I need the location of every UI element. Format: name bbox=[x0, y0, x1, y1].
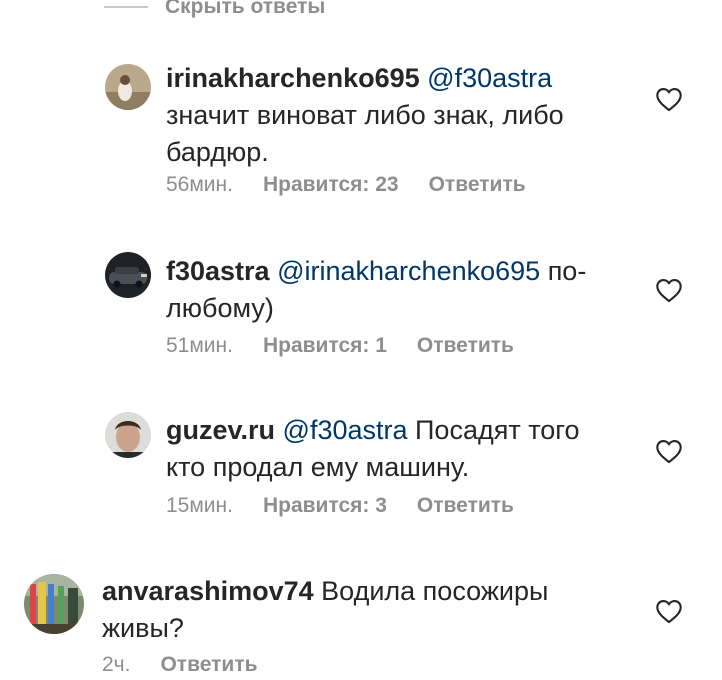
avatar[interactable] bbox=[105, 252, 151, 298]
comment-text: guzev.ru @f30astra Посадят того кто прод… bbox=[166, 412, 616, 486]
comment-username[interactable]: irinakharchenko695 bbox=[166, 63, 420, 93]
comment-text: f30astra @irinakharchenko695 по-любому) bbox=[166, 253, 646, 327]
avatar[interactable] bbox=[105, 64, 151, 110]
comment-meta: 51мин. Нравится: 1 Ответить bbox=[166, 331, 514, 361]
hide-replies-label: Скрыть ответы bbox=[165, 0, 326, 18]
comment-username[interactable]: guzev.ru bbox=[166, 415, 275, 445]
heart-outline-icon bbox=[656, 440, 682, 464]
comment-likes[interactable]: Нравится: 1 bbox=[263, 334, 387, 358]
comment-username[interactable]: f30astra bbox=[166, 256, 270, 286]
comment-time: 15мин. bbox=[166, 494, 233, 517]
comment-username[interactable]: anvarashimov74 bbox=[102, 576, 314, 606]
reply-button[interactable]: Ответить bbox=[160, 653, 257, 677]
comment-meta: 15мин. Нравится: 3 Ответить bbox=[166, 491, 514, 521]
avatar[interactable] bbox=[105, 412, 151, 458]
comment-meta: 56мин. Нравится: 23 Ответить bbox=[166, 170, 526, 200]
comment-likes[interactable]: Нравится: 23 bbox=[263, 173, 399, 197]
heart-outline-icon bbox=[656, 279, 682, 303]
reply-button[interactable]: Ответить bbox=[417, 494, 514, 518]
comment-meta: 2ч. Ответить bbox=[102, 650, 258, 680]
comment-body: значит виноват либо знак, либо бардюр. bbox=[166, 100, 564, 167]
like-button[interactable] bbox=[655, 86, 683, 112]
comment-text: anvarashimov74 Водила посожиры живы? bbox=[102, 573, 622, 647]
comment-time: 51мин. bbox=[166, 334, 233, 357]
comment-likes[interactable]: Нравится: 3 bbox=[263, 494, 387, 518]
like-button[interactable] bbox=[655, 277, 683, 303]
heart-outline-icon bbox=[656, 88, 682, 112]
comment-time: 56мин. bbox=[166, 173, 233, 196]
hide-replies-line bbox=[104, 6, 148, 8]
comment-mention[interactable]: @f30astra bbox=[427, 63, 552, 93]
like-button[interactable] bbox=[655, 438, 683, 464]
comment-mention[interactable]: @f30astra bbox=[283, 415, 408, 445]
hide-replies-button[interactable]: Скрыть ответы bbox=[104, 0, 325, 20]
like-button[interactable] bbox=[655, 598, 683, 624]
reply-button[interactable]: Ответить bbox=[429, 173, 526, 197]
comment-mention[interactable]: @irinakharchenko695 bbox=[277, 256, 540, 286]
comment-time: 2ч. bbox=[102, 653, 131, 676]
comment-text: irinakharchenko695 @f30astra значит вино… bbox=[166, 60, 616, 171]
heart-outline-icon bbox=[656, 600, 682, 624]
reply-button[interactable]: Ответить bbox=[417, 334, 514, 358]
avatar[interactable] bbox=[24, 574, 84, 634]
